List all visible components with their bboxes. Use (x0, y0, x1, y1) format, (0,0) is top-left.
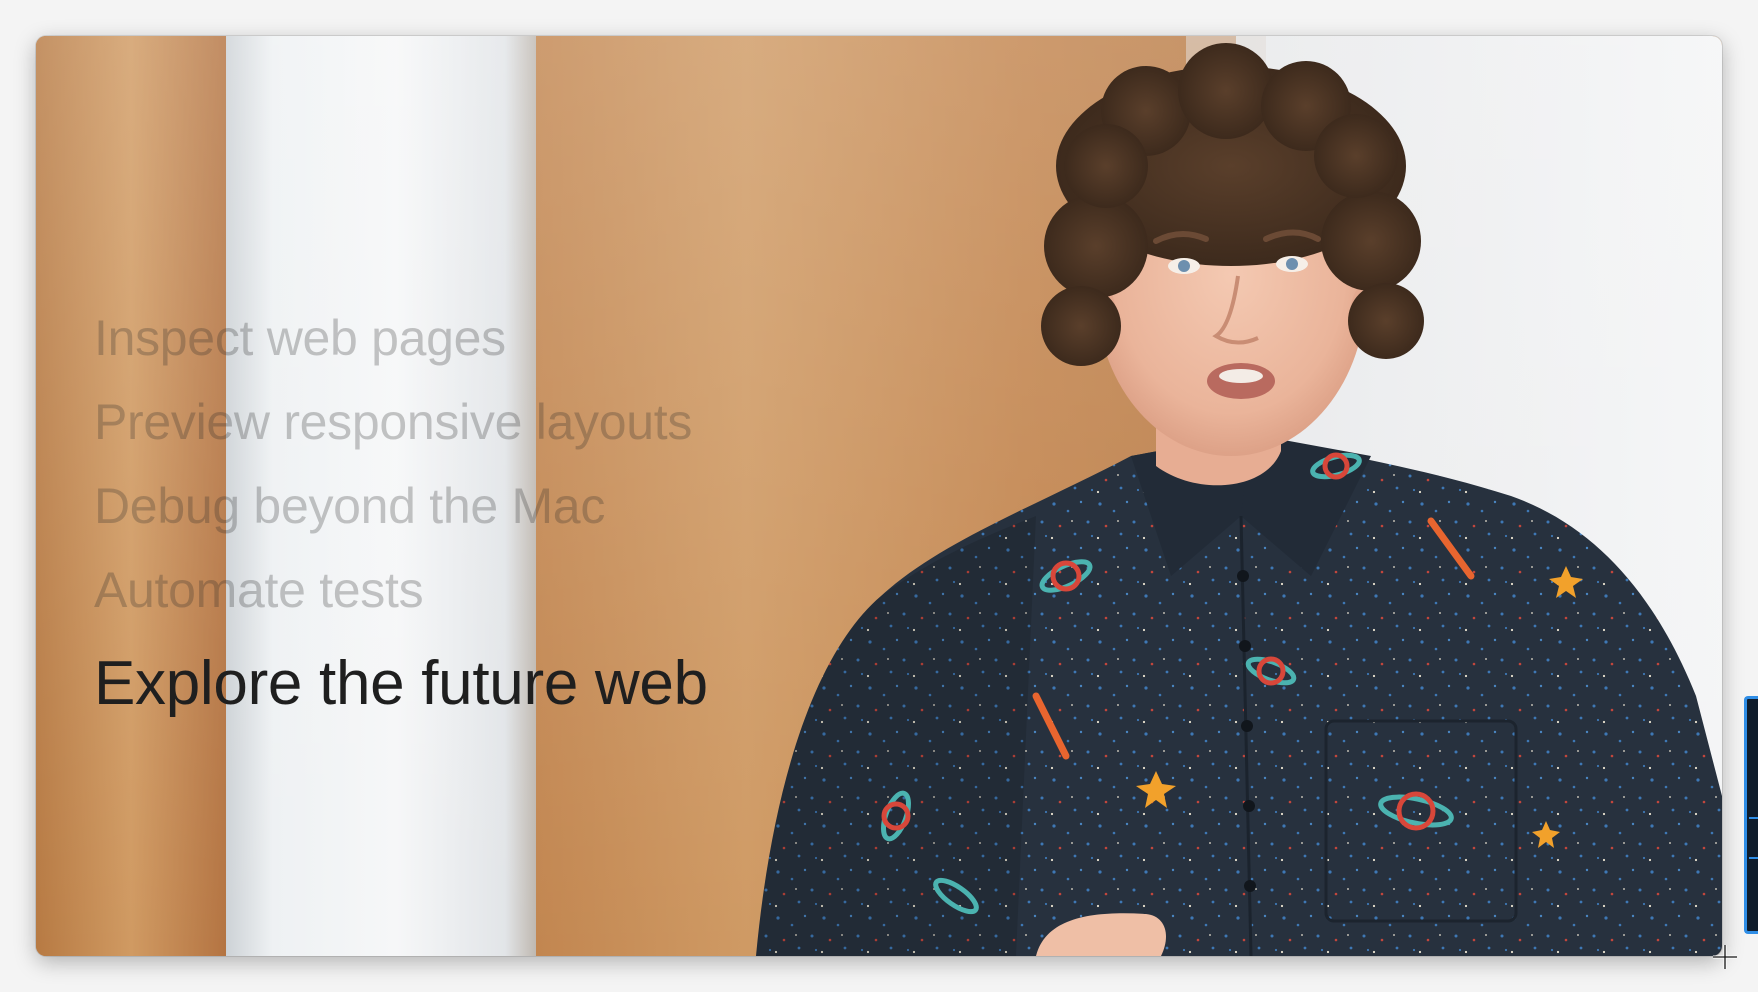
topic-item-explore-active: Explore the future web (94, 649, 708, 718)
topic-item-automate: Automate tests (94, 562, 424, 618)
video-frame[interactable]: Inspect web pages Preview responsive lay… (36, 36, 1722, 956)
topic-list: Inspect web pages Preview responsive lay… (94, 296, 708, 732)
crosshair-resize-icon (1713, 945, 1737, 969)
topic-item-debug: Debug beyond the Mac (94, 478, 606, 534)
topic-item-preview: Preview responsive layouts (94, 394, 693, 450)
window-edge-handle[interactable] (1744, 696, 1758, 934)
video-player-window[interactable]: Inspect web pages Preview responsive lay… (36, 36, 1722, 956)
topic-item-inspect: Inspect web pages (94, 310, 506, 366)
